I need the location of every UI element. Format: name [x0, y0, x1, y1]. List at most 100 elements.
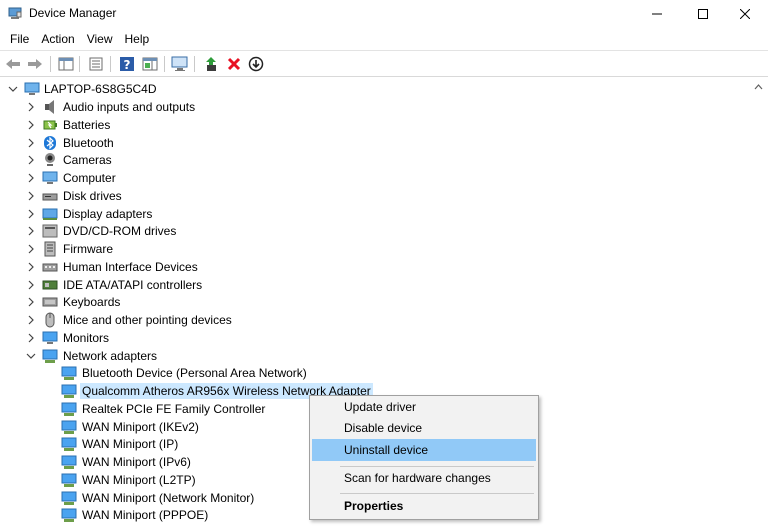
category-label: Keyboards: [63, 295, 121, 310]
close-icon: [740, 9, 750, 19]
network-device-label: WAN Miniport (IPv6): [82, 455, 191, 469]
chevron-right-icon[interactable]: [26, 226, 36, 236]
network-adapter-icon: [61, 491, 77, 505]
chevron-right-icon[interactable]: [26, 280, 36, 290]
network-adapter-icon: [61, 455, 77, 469]
toolbar-separator: [110, 56, 111, 72]
download-driver-icon: [248, 56, 264, 72]
chevron-down-icon[interactable]: [26, 351, 36, 361]
network-device-label: WAN Miniport (IKEv2): [82, 419, 199, 434]
device-manager-icon: [8, 7, 22, 19]
network-adapter-icon: [61, 437, 77, 452]
ide-controller-icon: [42, 280, 58, 289]
disk-drive-icon: [42, 193, 58, 201]
update-driver-button[interactable]: [201, 55, 221, 73]
chevron-right-icon[interactable]: [26, 297, 36, 307]
monitor-scan-icon: [171, 56, 188, 71]
network-adapter-icon: [61, 508, 77, 523]
computer-icon: [24, 82, 40, 95]
title-bar: Device Manager: [0, 0, 768, 28]
update-driver-menu-item[interactable]: Update driver: [312, 396, 536, 418]
computer-icon: [42, 171, 58, 184]
back-button[interactable]: [3, 55, 23, 73]
disable-device-menu-item[interactable]: Disable device: [312, 417, 536, 439]
category-label: Disk drives: [63, 188, 122, 203]
chevron-right-icon[interactable]: [26, 120, 36, 130]
forward-arrow-icon: [28, 59, 42, 69]
network-adapter-icon: [61, 402, 77, 416]
chevron-right-icon[interactable]: [26, 173, 36, 183]
category-label: Bluetooth: [63, 135, 114, 150]
close-button[interactable]: [722, 0, 768, 28]
computer-name: LAPTOP-6S8G5C4D: [44, 82, 157, 96]
context-menu: Update driver Disable device Uninstall d…: [309, 395, 539, 520]
properties-menu-item[interactable]: Properties: [312, 495, 536, 517]
show-hide-tree-button[interactable]: [56, 55, 76, 73]
uninstall-x-icon: [227, 57, 241, 71]
properties-icon: [89, 57, 103, 71]
category-label: IDE ATA/ATAPI controllers: [63, 277, 203, 292]
display-adapter-icon: [42, 208, 58, 220]
dvd-drive-icon: [42, 224, 58, 238]
network-device-label: Realtek PCIe FE Family Controller: [82, 401, 266, 416]
help-button[interactable]: ?: [117, 55, 137, 73]
bluetooth-icon: [44, 135, 56, 150]
uninstall-device-menu-item[interactable]: Uninstall device: [312, 439, 536, 461]
keyboard-icon: [42, 297, 58, 307]
category-label: Batteries: [63, 117, 111, 132]
category-label: Cameras: [63, 153, 112, 168]
network-adapter-icon: [61, 473, 77, 487]
chevron-right-icon[interactable]: [26, 191, 36, 201]
chevron-right-icon[interactable]: [26, 209, 36, 219]
network-adapter-icon: [61, 366, 77, 381]
network-adapter-icon: [42, 349, 58, 363]
network-device-label: WAN Miniport (L2TP): [82, 472, 196, 487]
category-label: Audio inputs and outputs: [63, 100, 196, 114]
chevron-right-icon[interactable]: [26, 138, 36, 148]
properties-button[interactable]: [86, 55, 106, 73]
chevron-right-icon[interactable]: [26, 315, 36, 325]
scan-hardware-menu-item[interactable]: Scan for hardware changes: [312, 467, 536, 489]
update-driver-icon: [206, 57, 216, 71]
menu-view[interactable]: View: [81, 29, 119, 49]
category-label: Mice and other pointing devices: [63, 313, 232, 327]
disable-device-button[interactable]: [246, 55, 266, 73]
chevron-right-icon[interactable]: [26, 244, 36, 254]
menu-action[interactable]: Action: [35, 29, 80, 49]
minimize-icon: [652, 13, 662, 15]
uninstall-button[interactable]: [224, 55, 244, 73]
chevron-down-icon[interactable]: [8, 84, 18, 94]
maximize-button[interactable]: [680, 0, 726, 28]
network-device-label: Bluetooth Device (Personal Area Network): [82, 366, 307, 381]
svg-text:?: ?: [124, 58, 131, 72]
toolbar-separator: [194, 56, 195, 72]
chevron-up-icon: [754, 83, 763, 89]
menu-file[interactable]: File: [4, 29, 35, 49]
toolbar: ?: [0, 50, 768, 77]
scroll-up-button[interactable]: [750, 78, 767, 95]
category-label: Network adapters: [63, 348, 158, 363]
chevron-right-icon[interactable]: [26, 262, 36, 272]
firmware-icon: [44, 241, 56, 257]
forward-button[interactable]: [25, 55, 45, 73]
show-hide-console-tree-icon: [58, 57, 74, 71]
category-label: DVD/CD-ROM drives: [63, 224, 177, 239]
menu-separator: [340, 493, 534, 494]
minimize-button[interactable]: [634, 0, 680, 28]
chevron-right-icon[interactable]: [26, 333, 36, 343]
menu-bar: File Action View Help: [0, 28, 768, 50]
window-title: Device Manager: [29, 6, 117, 20]
network-device-label: WAN Miniport (PPPOE): [82, 508, 209, 523]
scan-hardware-button[interactable]: [170, 55, 190, 73]
chevron-right-icon[interactable]: [26, 102, 36, 112]
network-device-label: WAN Miniport (Network Monitor): [82, 490, 255, 505]
category-label: Firmware: [63, 242, 113, 256]
maximize-icon: [698, 9, 708, 19]
toolbar-separator: [50, 56, 51, 72]
monitor-icon: [42, 331, 58, 344]
menu-help[interactable]: Help: [119, 29, 156, 49]
action-pane-button[interactable]: [140, 55, 160, 73]
chevron-right-icon[interactable]: [26, 155, 36, 165]
mouse-icon: [45, 312, 55, 328]
toolbar-separator: [164, 56, 165, 72]
